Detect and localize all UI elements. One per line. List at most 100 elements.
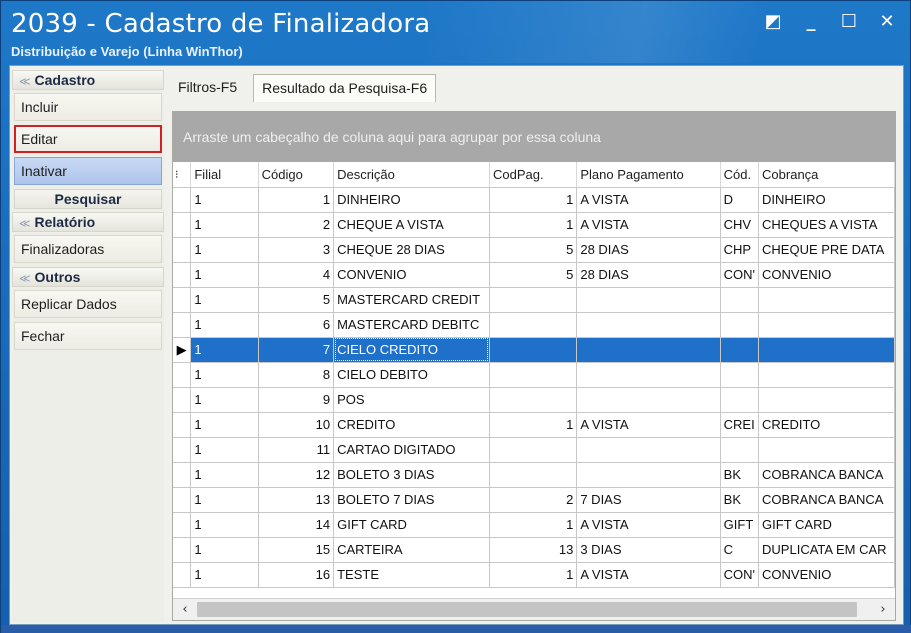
table-cell[interactable]: 1 [190, 237, 259, 263]
table-cell[interactable] [758, 287, 895, 313]
row-indicator[interactable] [173, 312, 192, 338]
table-cell[interactable]: CON' [720, 562, 760, 588]
sidebar-item-finalizadoras[interactable]: Finalizadoras [14, 235, 162, 263]
table-cell[interactable]: 13 [489, 537, 578, 563]
table-row[interactable]: 1 10 CREDITO 1 A VISTA CREI CREDITO [173, 412, 895, 438]
table-cell[interactable]: CON' [720, 262, 760, 288]
table-cell[interactable]: 5 [489, 262, 578, 288]
sidebar-group-relatorio[interactable]: ≪ Relatório [12, 212, 164, 232]
table-cell[interactable]: 3 DIAS [576, 537, 721, 563]
table-cell[interactable]: CIELO DEBITO [333, 362, 490, 388]
table-cell[interactable]: MASTERCARD DEBITC [333, 312, 490, 338]
table-cell[interactable] [720, 387, 760, 413]
row-indicator[interactable] [173, 562, 192, 588]
table-cell[interactable]: CARTEIRA [333, 537, 490, 563]
column-header-plano-pagamento[interactable]: Plano Pagamento [576, 162, 721, 188]
table-cell[interactable]: 1 [190, 262, 259, 288]
table-cell[interactable]: 1 [190, 287, 259, 313]
table-cell[interactable] [720, 337, 760, 363]
table-cell[interactable] [720, 287, 760, 313]
table-cell[interactable] [720, 437, 760, 463]
table-cell[interactable] [489, 387, 578, 413]
row-pointer-icon[interactable]: ▶ [173, 337, 192, 363]
table-cell[interactable]: A VISTA [576, 562, 721, 588]
table-cell[interactable] [489, 462, 578, 488]
table-cell[interactable]: 1 [190, 362, 259, 388]
table-cell[interactable]: TESTE [333, 562, 490, 588]
column-header-codigo[interactable]: Código [258, 162, 335, 188]
table-cell[interactable]: POS [333, 387, 490, 413]
scroll-right-icon[interactable]: › [873, 599, 893, 620]
minimize-icon[interactable]: _ [800, 11, 822, 33]
row-indicator[interactable] [173, 412, 192, 438]
table-cell[interactable]: COBRANCA BANCA [758, 487, 895, 513]
row-indicator[interactable] [173, 187, 192, 213]
scrollbar-thumb[interactable] [197, 602, 857, 617]
table-cell[interactable] [576, 387, 721, 413]
table-cell[interactable] [758, 387, 895, 413]
table-cell[interactable] [489, 287, 578, 313]
row-indicator[interactable] [173, 362, 192, 388]
table-cell[interactable]: CHP [720, 237, 760, 263]
group-by-panel[interactable]: Arraste um cabeçalho de coluna aqui para… [173, 112, 895, 162]
table-row[interactable]: 1 11 CARTAO DIGITADO [173, 437, 895, 463]
table-cell[interactable]: 6 [258, 312, 335, 338]
table-cell[interactable] [489, 312, 578, 338]
table-cell[interactable]: C [720, 537, 760, 563]
table-cell[interactable]: 14 [258, 512, 335, 538]
row-indicator[interactable] [173, 262, 192, 288]
table-cell[interactable]: 1 [190, 462, 259, 488]
row-indicator[interactable] [173, 287, 192, 313]
table-cell[interactable]: 7 DIAS [576, 487, 721, 513]
table-cell[interactable]: 1 [190, 437, 259, 463]
maximize-icon[interactable]: ☐ [838, 11, 860, 33]
table-row[interactable]: 1 4 CONVENIO 5 28 DIAS CON' CONVENIO [173, 262, 895, 288]
table-cell[interactable]: A VISTA [576, 187, 721, 213]
table-cell[interactable]: 1 [489, 187, 578, 213]
row-indicator[interactable] [173, 237, 192, 263]
table-cell[interactable] [576, 462, 721, 488]
sidebar-item-incluir[interactable]: Incluir [14, 93, 162, 121]
table-cell[interactable] [576, 362, 721, 388]
table-cell[interactable] [720, 312, 760, 338]
table-cell[interactable]: DINHEIRO [758, 187, 895, 213]
table-cell[interactable]: 1 [489, 412, 578, 438]
table-cell[interactable]: COBRANCA BANCA [758, 462, 895, 488]
row-indicator[interactable] [173, 462, 192, 488]
column-chooser-icon[interactable]: ⁝ [173, 162, 192, 188]
table-cell[interactable]: GIFT CARD [333, 512, 490, 538]
column-header-descricao[interactable]: Descrição [333, 162, 490, 188]
table-cell[interactable]: 1 [190, 512, 259, 538]
table-cell[interactable]: 16 [258, 562, 335, 588]
table-cell[interactable]: 1 [190, 312, 259, 338]
table-cell[interactable]: 9 [258, 387, 335, 413]
table-cell[interactable]: GIFT CARD [758, 512, 895, 538]
table-cell[interactable]: CHEQUES A VISTA [758, 212, 895, 238]
table-cell[interactable]: A VISTA [576, 512, 721, 538]
table-cell[interactable]: CREDITO [333, 412, 490, 438]
table-cell[interactable]: 2 [489, 487, 578, 513]
sidebar-item-editar[interactable]: Editar [14, 125, 162, 153]
sidebar-group-outros[interactable]: ≪ Outros [12, 267, 164, 287]
table-cell[interactable]: BOLETO 3 DIAS [333, 462, 490, 488]
table-row[interactable]: 1 16 TESTE 1 A VISTA CON' CONVENIO [173, 562, 895, 588]
column-header-codpag[interactable]: CodPag. [489, 162, 578, 188]
table-cell[interactable]: A VISTA [576, 212, 721, 238]
table-row[interactable]: 1 8 CIELO DEBITO [173, 362, 895, 388]
table-cell[interactable] [720, 362, 760, 388]
table-cell[interactable] [758, 337, 895, 363]
close-icon[interactable]: ✕ [876, 11, 898, 33]
table-cell[interactable]: 1 [258, 187, 335, 213]
table-cell[interactable] [576, 337, 721, 363]
table-cell[interactable]: CONVENIO [758, 562, 895, 588]
tab-filtros[interactable]: Filtros-F5 [170, 74, 245, 102]
table-cell[interactable]: BK [720, 487, 760, 513]
row-indicator[interactable] [173, 512, 192, 538]
table-row[interactable]: ▶ 1 7 CIELO CREDITO [173, 337, 895, 363]
row-indicator[interactable] [173, 212, 192, 238]
table-cell[interactable]: 4 [258, 262, 335, 288]
horizontal-scrollbar[interactable]: ‹ › [173, 598, 895, 620]
table-cell[interactable]: CHEQUE A VISTA [333, 212, 490, 238]
table-cell[interactable]: 1 [190, 387, 259, 413]
table-cell[interactable]: CREDITO [758, 412, 895, 438]
